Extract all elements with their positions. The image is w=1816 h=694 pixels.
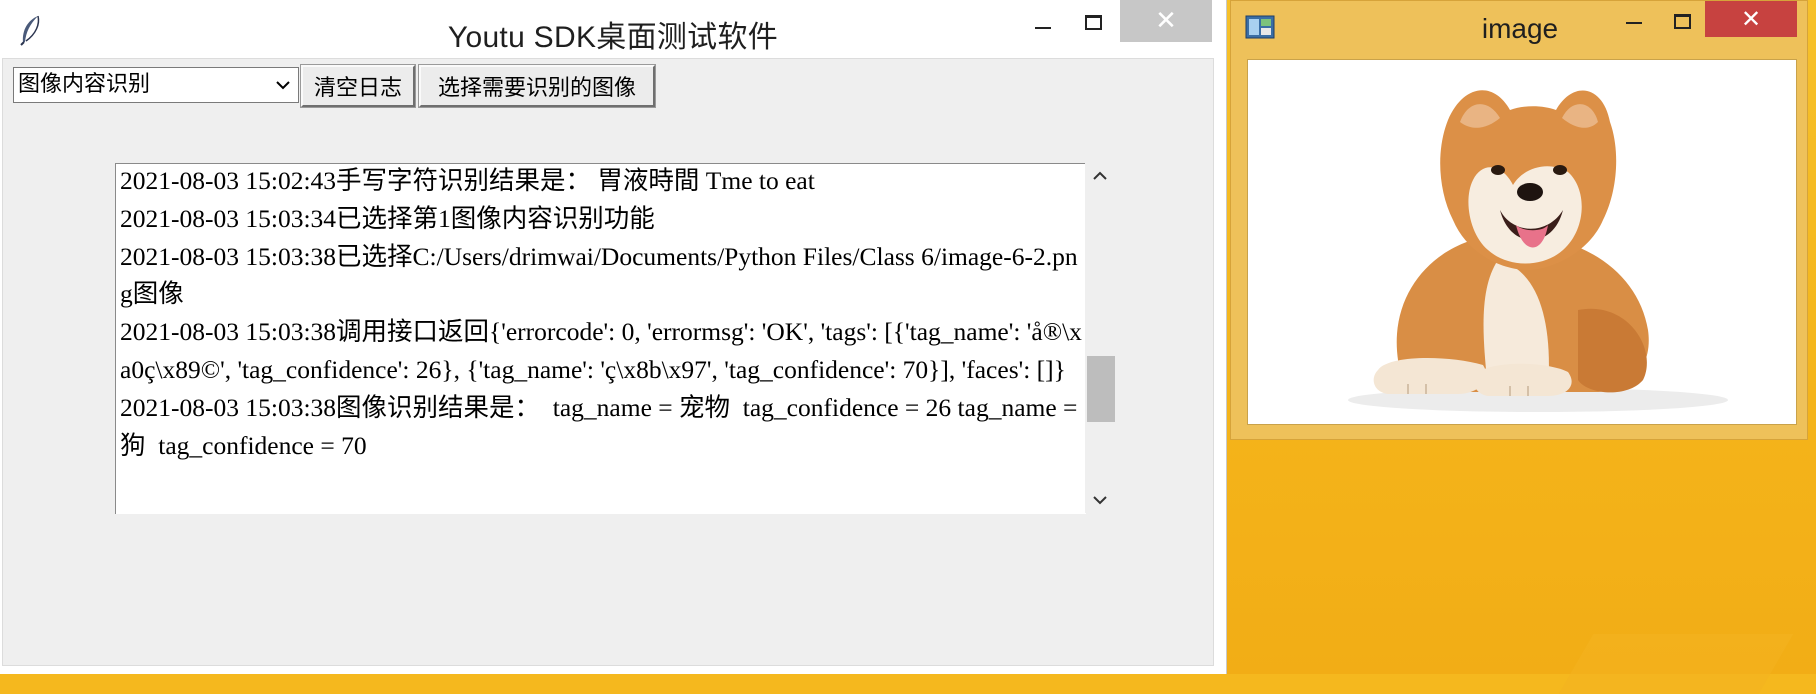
mode-select[interactable]: 图像内容识别 (13, 67, 299, 103)
minimize-button[interactable] (1016, 0, 1070, 44)
scrollbar-thumb[interactable] (1087, 356, 1115, 423)
maximize-icon (1084, 14, 1102, 30)
maximize-icon (1673, 13, 1691, 29)
close-icon: ✕ (1740, 5, 1762, 33)
mode-select-value: 图像内容识别 (18, 72, 151, 97)
choose-image-button[interactable]: 选择需要识别的图像 (418, 64, 656, 108)
main-client-area: 图像内容识别 清空日志 选择需要识别的图像 2021-08-03 15:02:4… (2, 58, 1214, 666)
chevron-up-icon (1093, 171, 1107, 180)
image-display (1247, 59, 1797, 425)
chevron-down-icon[interactable] (272, 68, 294, 102)
maximize-button[interactable] (1066, 0, 1120, 44)
log-scrollbar[interactable] (1085, 163, 1115, 513)
shiba-inu-dog-image (1348, 90, 1728, 412)
scroll-up-button[interactable] (1085, 163, 1115, 189)
main-window: Youtu SDK桌面测试软件 ✕ 图像内容识别 清空日志 选择需要识别的图像 … (0, 0, 1227, 674)
desktop-decoration (1558, 634, 1794, 694)
main-titlebar[interactable]: Youtu SDK桌面测试软件 ✕ (0, 0, 1226, 58)
image-close-button[interactable]: ✕ (1705, 1, 1797, 37)
log-textbox[interactable]: 2021-08-03 15:02:43手写字符识别结果是： 胃液時間 Tme t… (115, 163, 1086, 514)
clear-log-button[interactable]: 清空日志 (300, 64, 416, 108)
minimize-icon (1626, 22, 1642, 24)
minimize-icon (1035, 27, 1051, 29)
chevron-down-icon (1093, 496, 1107, 505)
image-window: image ✕ (1230, 0, 1808, 440)
image-maximize-button[interactable] (1659, 1, 1705, 41)
log-text: 2021-08-03 15:02:43手写字符识别结果是： 胃液時間 Tme t… (120, 166, 1082, 460)
close-icon: ✕ (1155, 6, 1177, 36)
image-minimize-button[interactable] (1611, 1, 1657, 41)
scroll-down-button[interactable] (1085, 487, 1115, 513)
close-button[interactable]: ✕ (1120, 0, 1212, 42)
